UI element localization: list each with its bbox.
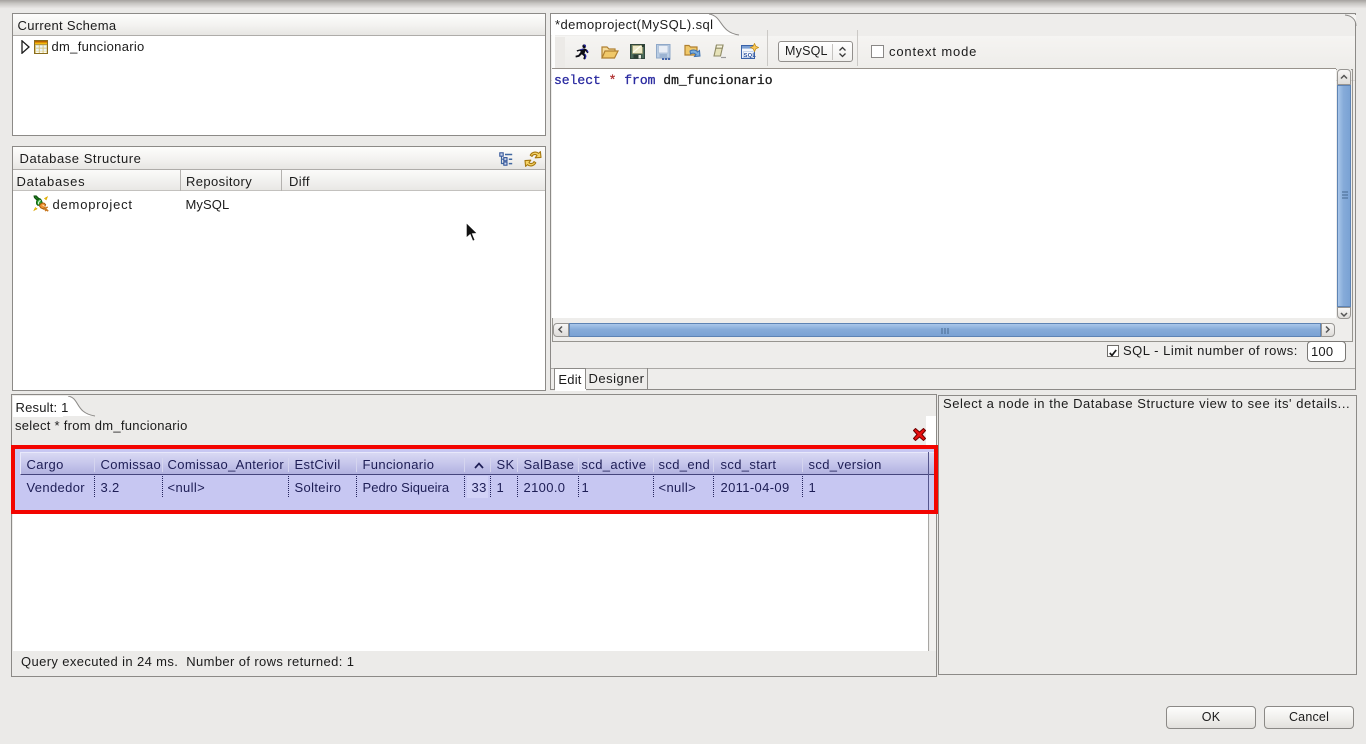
svg-text:SQL: SQL <box>744 53 757 59</box>
